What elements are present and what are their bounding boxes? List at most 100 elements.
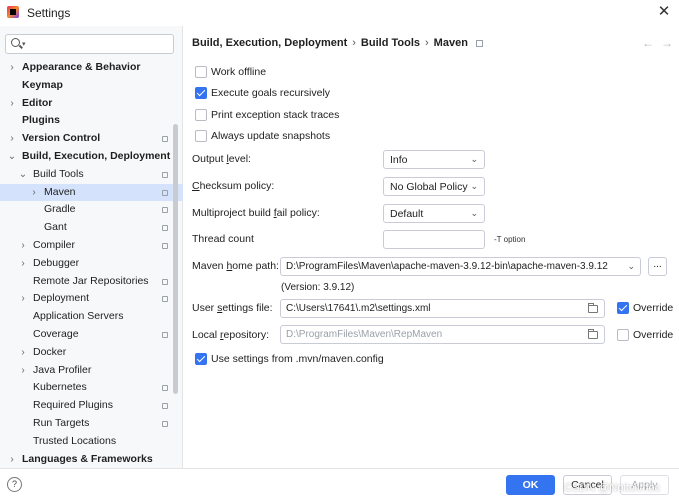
checkbox-box[interactable] [617, 329, 629, 341]
project-config-icon [162, 385, 168, 392]
project-config-icon [475, 40, 483, 47]
project-config-icon [162, 296, 168, 303]
sidebar-scrollbar[interactable] [173, 124, 178, 394]
sidebar-item-label: Languages & Frameworks [22, 452, 153, 465]
project-config-icon [162, 242, 168, 249]
checkbox-box[interactable] [195, 130, 207, 142]
breadcrumb-separator: › [425, 37, 429, 49]
sidebar-item-editor[interactable]: › Editor [0, 95, 183, 113]
sidebar-item-label: Docker [33, 345, 67, 358]
project-config-icon [162, 189, 168, 196]
sidebar-item-gant[interactable]: Gant [0, 219, 183, 237]
chevron-down-icon[interactable]: ⌄ [18, 166, 28, 184]
sidebar-item-gradle[interactable]: Gradle [0, 201, 183, 219]
search-icon [11, 38, 20, 47]
close-icon[interactable]: ✕ [655, 3, 673, 21]
sidebar-item-label: Keymap [22, 78, 63, 91]
project-config-icon [162, 207, 168, 214]
chevron-right-icon[interactable]: › [18, 290, 28, 308]
chevron-right-icon[interactable]: › [18, 362, 28, 380]
chevron-right-icon[interactable]: › [7, 451, 17, 469]
breadcrumb-part[interactable]: Build, Execution, Deployment [192, 37, 347, 49]
sidebar-item-build-tools[interactable]: ⌄ Build Tools [0, 166, 183, 184]
checkbox-label: Print exception stack traces [211, 109, 340, 121]
sidebar-item-version-control[interactable]: › Version Control [0, 130, 183, 148]
sidebar-item-remote-jar-repositories[interactable]: Remote Jar Repositories [0, 273, 183, 291]
help-icon[interactable]: ? [7, 477, 22, 492]
project-config-icon [162, 136, 168, 143]
sidebar-item-plugins[interactable]: Plugins [0, 112, 183, 130]
folder-icon[interactable] [588, 303, 598, 313]
sidebar-item-label: Editor [22, 96, 53, 109]
multiproject-fail-policy-select[interactable]: Default ⌄ [383, 204, 485, 223]
chevron-right-icon[interactable]: › [18, 344, 28, 362]
chevron-right-icon[interactable]: › [7, 59, 17, 77]
back-arrow-icon[interactable]: ← [642, 36, 654, 50]
sidebar-item-docker[interactable]: › Docker [0, 344, 183, 362]
thread-count-input[interactable] [383, 230, 485, 249]
sidebar-item-label: Java Profiler [33, 363, 92, 376]
search-options-icon[interactable]: ▾ [22, 40, 26, 48]
browse-button[interactable]: ... [648, 257, 667, 276]
sidebar-item-run-targets[interactable]: Run Targets [0, 415, 183, 433]
intellij-logo-icon [7, 6, 19, 18]
ok-button[interactable]: OK [506, 475, 555, 495]
chevron-right-icon[interactable]: › [29, 184, 39, 202]
sidebar-item-label: Version Control [22, 132, 101, 145]
chevron-right-icon[interactable]: › [7, 130, 17, 148]
sidebar-item-debugger[interactable]: › Debugger [0, 255, 183, 273]
sidebar-item-trusted-locations[interactable]: Trusted Locations [0, 433, 183, 451]
chevron-down-icon[interactable]: ⌄ [7, 148, 17, 166]
sidebar-item-coverage[interactable]: Coverage [0, 326, 183, 344]
user-settings-file-input[interactable]: C:\Users\17641\.m2\settings.xml [280, 299, 605, 318]
thread-count-hint: -T option [494, 235, 526, 244]
checkbox-box[interactable] [195, 109, 207, 121]
sidebar-item-maven[interactable]: › Maven [0, 183, 183, 202]
output-level-label: Output level: [192, 153, 251, 165]
settings-sidebar: ▾ › Appearance & Behavior Keymap › Editor Plu… [0, 26, 183, 468]
select-value: Default [390, 208, 424, 220]
sidebar-item-application-servers[interactable]: Application Servers [0, 308, 183, 326]
chevron-right-icon[interactable]: › [18, 237, 28, 255]
sidebar-item-required-plugins[interactable]: Required Plugins [0, 397, 183, 415]
chevron-right-icon[interactable]: › [7, 95, 17, 113]
breadcrumb-separator: › [352, 37, 356, 49]
checkbox-label: Execute goals recursively [211, 87, 331, 99]
checkbox-box[interactable] [195, 66, 207, 78]
chevron-down-icon[interactable]: ⌄ [627, 261, 635, 272]
local-repository-label: Local repository: [192, 329, 270, 341]
checksum-policy-label: Checksum policy: [192, 180, 275, 192]
window-title: Settings [27, 6, 71, 20]
maven-home-path-combo[interactable]: D:\ProgramFiles\Maven\apache-maven-3.9.1… [280, 257, 641, 276]
breadcrumb-part[interactable]: Build Tools [361, 37, 420, 49]
project-config-icon [162, 403, 168, 410]
checkbox-box[interactable] [195, 87, 207, 99]
sidebar-item-label: Run Targets [33, 416, 90, 429]
folder-icon[interactable] [588, 329, 598, 339]
sidebar-item-build-execution-deployment[interactable]: ⌄ Build, Execution, Deployment [0, 148, 183, 166]
checksum-policy-select[interactable]: No Global Policy ⌄ [383, 177, 485, 196]
sidebar-item-label: Remote Jar Repositories [33, 274, 149, 287]
checkbox-box[interactable] [195, 353, 207, 365]
project-config-icon [162, 331, 168, 338]
local-repository-input[interactable]: D:\ProgramFiles\Maven\RepMaven [280, 325, 605, 344]
maven-version-text: (Version: 3.9.12) [281, 282, 355, 293]
select-value: No Global Policy [390, 181, 468, 193]
sidebar-item-kubernetes[interactable]: Kubernetes [0, 379, 183, 397]
sidebar-item-deployment[interactable]: › Deployment [0, 290, 183, 308]
sidebar-item-appearance-behavior[interactable]: › Appearance & Behavior [0, 59, 183, 77]
output-level-select[interactable]: Info ⌄ [383, 150, 485, 169]
sidebar-item-label: Coverage [33, 327, 79, 340]
checkbox-box[interactable] [617, 302, 629, 314]
sidebar-item-keymap[interactable]: Keymap [0, 77, 183, 95]
settings-tree: › Appearance & Behavior Keymap › Editor Plugi… [0, 59, 183, 468]
checkbox-label: Always update snapshots [211, 130, 331, 142]
search-input[interactable]: ▾ [5, 34, 174, 54]
sidebar-item-compiler[interactable]: › Compiler [0, 237, 183, 255]
chevron-right-icon[interactable]: › [18, 255, 28, 273]
maven-home-path-label: Maven home path: [192, 260, 279, 272]
sidebar-item-languages-frameworks[interactable]: › Languages & Frameworks [0, 451, 183, 469]
forward-arrow-icon[interactable]: → [661, 36, 673, 50]
sidebar-item-java-profiler[interactable]: › Java Profiler [0, 362, 183, 380]
sidebar-item-label: Compiler [33, 238, 76, 251]
